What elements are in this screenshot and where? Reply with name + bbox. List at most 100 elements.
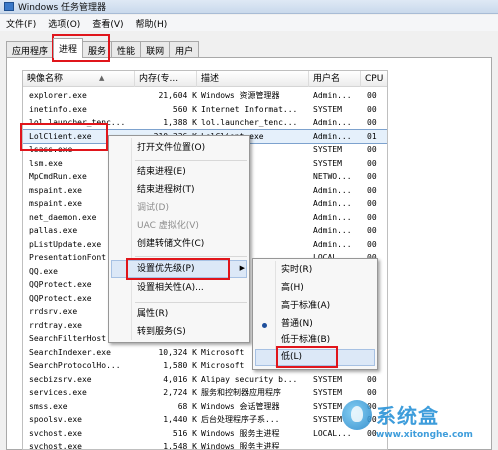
tab-processes[interactable]: 进程: [53, 38, 84, 58]
menu-separator: [135, 160, 247, 161]
menu-help[interactable]: 帮助(H): [130, 17, 174, 30]
list-header: 映像名称 ▲ 内存(专... 描述 用户名 CPU: [23, 71, 387, 87]
priority-above-normal[interactable]: 高于标准(A): [281, 298, 330, 315]
menu-gutter: [131, 138, 132, 340]
priority-realtime[interactable]: 实时(R): [281, 262, 312, 279]
cell-user: SYSTEM: [313, 104, 342, 114]
cell-cpu: 00: [367, 145, 377, 154]
tab-users[interactable]: 用户: [169, 41, 200, 58]
cell-mem: 10,324 K: [158, 347, 197, 357]
menu-go-to-service[interactable]: 转到服务(S): [137, 324, 186, 340]
menu-end-process[interactable]: 结束进程(E): [137, 164, 186, 180]
submenu-arrow-icon: ▶: [239, 264, 245, 272]
cell-cpu: 00: [367, 158, 377, 168]
cell-desc: Internet Informat...: [201, 104, 298, 114]
cell-mem: 21,604 K: [158, 91, 197, 100]
menu-options[interactable]: 选项(O): [42, 17, 86, 30]
cell-desc: Windows 会话管理器: [201, 401, 280, 411]
table-row[interactable]: secbizsrv.exe 4,016 K Alipay security b...…: [23, 373, 387, 387]
cell-user: Admin...: [313, 118, 352, 127]
cell-cpu: 00: [367, 199, 377, 208]
menu-set-affinity[interactable]: 设置相关性(A)...: [137, 280, 204, 296]
cell-name: svchost.exe: [29, 442, 82, 450]
cell-name: svchost.exe: [29, 428, 82, 438]
header-username[interactable]: 用户名: [309, 71, 361, 87]
title-bar: Windows 任务管理器: [0, 0, 498, 14]
cell-user: Admin...: [313, 199, 352, 208]
cell-user: Admin...: [313, 91, 352, 100]
cell-name: explorer.exe: [29, 91, 87, 100]
sort-asc-icon: ▲: [99, 74, 105, 82]
cell-mem: 2,724 K: [163, 388, 197, 397]
cell-user: NETWO...: [313, 172, 352, 181]
menu-debug: 调试(D): [137, 203, 169, 213]
cell-mem: 68 K: [177, 401, 197, 411]
menu-bar: 文件(F) 选项(O) 查看(V) 帮助(H): [0, 15, 498, 31]
tab-networking[interactable]: 联网: [140, 41, 171, 58]
cell-user: Admin...: [313, 131, 352, 141]
annotation-box-low: [276, 346, 338, 368]
table-row[interactable]: inetinfo.exe 560 K Internet Informat... SYS…: [23, 103, 387, 117]
priority-high[interactable]: 高(H): [281, 280, 304, 297]
cell-mem: 1,548 K: [163, 442, 197, 450]
watermark-url: www.xitonghe.com: [376, 430, 473, 440]
cell-mem: 516 K: [172, 428, 197, 438]
cell-mem: 1,580 K: [163, 361, 197, 370]
table-row[interactable]: svchost.exe 516 K Windows 服务主进程 LOCAL... 00: [23, 427, 387, 441]
annotation-box-lolclient: [20, 123, 108, 151]
cell-cpu: 00: [367, 185, 377, 195]
header-memory[interactable]: 内存(专...: [135, 71, 197, 87]
cell-name: services.exe: [29, 388, 87, 397]
table-row[interactable]: spoolsv.exe 1,440 K 后台处理程序子系... SYSTEM 00: [23, 413, 387, 427]
table-row[interactable]: services.exe 2,724 K 服务和控制器应用程序 SYSTEM 00: [23, 386, 387, 400]
cell-desc: 后台处理程序子系...: [201, 415, 280, 424]
tab-applications[interactable]: 应用程序: [6, 41, 55, 58]
cell-desc: Windows 服务主进程: [201, 428, 280, 438]
header-image-name[interactable]: 映像名称 ▲: [23, 71, 135, 87]
cell-name: inetinfo.exe: [29, 104, 87, 114]
menu-uac-virtualization: UAC 虚拟化(V): [137, 221, 199, 231]
menu-view[interactable]: 查看(V): [86, 17, 129, 30]
cell-cpu: 00: [367, 104, 377, 114]
cell-cpu: 00: [367, 212, 377, 222]
header-cpu[interactable]: CPU: [361, 71, 387, 87]
annotation-box-set-priority: [126, 258, 230, 280]
cell-desc: Windows 资源管理器: [201, 91, 280, 100]
header-description[interactable]: 描述: [197, 71, 309, 87]
cell-user: Admin...: [313, 226, 352, 235]
cell-name: spoolsv.exe: [29, 415, 82, 424]
cell-mem: 1,388 K: [163, 118, 197, 127]
menu-properties[interactable]: 属性(R): [137, 306, 168, 322]
table-row[interactable]: explorer.exe 21,604 K Windows 资源管理器 Admin..…: [23, 89, 387, 103]
cell-name: secbizsrv.exe: [29, 374, 92, 384]
cell-name: SearchProtocolHo...: [29, 361, 121, 370]
cell-cpu: 00: [367, 226, 377, 235]
cell-cpu: 00: [367, 172, 377, 181]
watermark-title: 系统盒: [376, 404, 439, 428]
cell-user: SYSTEM: [313, 158, 342, 168]
cell-desc: lol.launcher_tenc...: [201, 118, 298, 127]
menu-create-dump[interactable]: 创建转储文件(C): [137, 236, 204, 252]
cell-cpu: 00: [367, 118, 377, 127]
cell-desc: 服务和控制器应用程序: [201, 388, 281, 397]
menu-end-process-tree[interactable]: 结束进程树(T): [137, 182, 195, 198]
cell-user: Admin...: [313, 212, 352, 222]
menu-open-file-location[interactable]: 打开文件位置(O): [137, 140, 205, 156]
menu-separator: [135, 256, 247, 257]
cell-cpu: 01: [367, 131, 377, 141]
table-row[interactable]: svchost.exe 1,548 K Windows 服务主进程: [23, 440, 387, 450]
cell-desc: Alipay security b...: [201, 374, 298, 384]
watermark: 系统盒 www.xitonghe.com: [342, 398, 498, 450]
task-manager-icon: [4, 2, 14, 11]
cell-mem: 4,016 K: [163, 374, 197, 384]
cell-mem: 1,440 K: [163, 415, 197, 424]
tab-performance[interactable]: 性能: [111, 41, 142, 58]
priority-normal[interactable]: 普通(N): [281, 316, 313, 333]
cell-name: smss.exe: [29, 401, 68, 411]
menu-file[interactable]: 文件(F): [0, 17, 42, 30]
cell-cpu: 00: [367, 374, 377, 384]
cell-desc: Windows 服务主进程: [201, 442, 280, 450]
cell-cpu: 00: [367, 239, 377, 249]
table-row[interactable]: smss.exe 68 K Windows 会话管理器 SYSTEM 00: [23, 400, 387, 414]
cell-user: SYSTEM: [313, 145, 342, 154]
